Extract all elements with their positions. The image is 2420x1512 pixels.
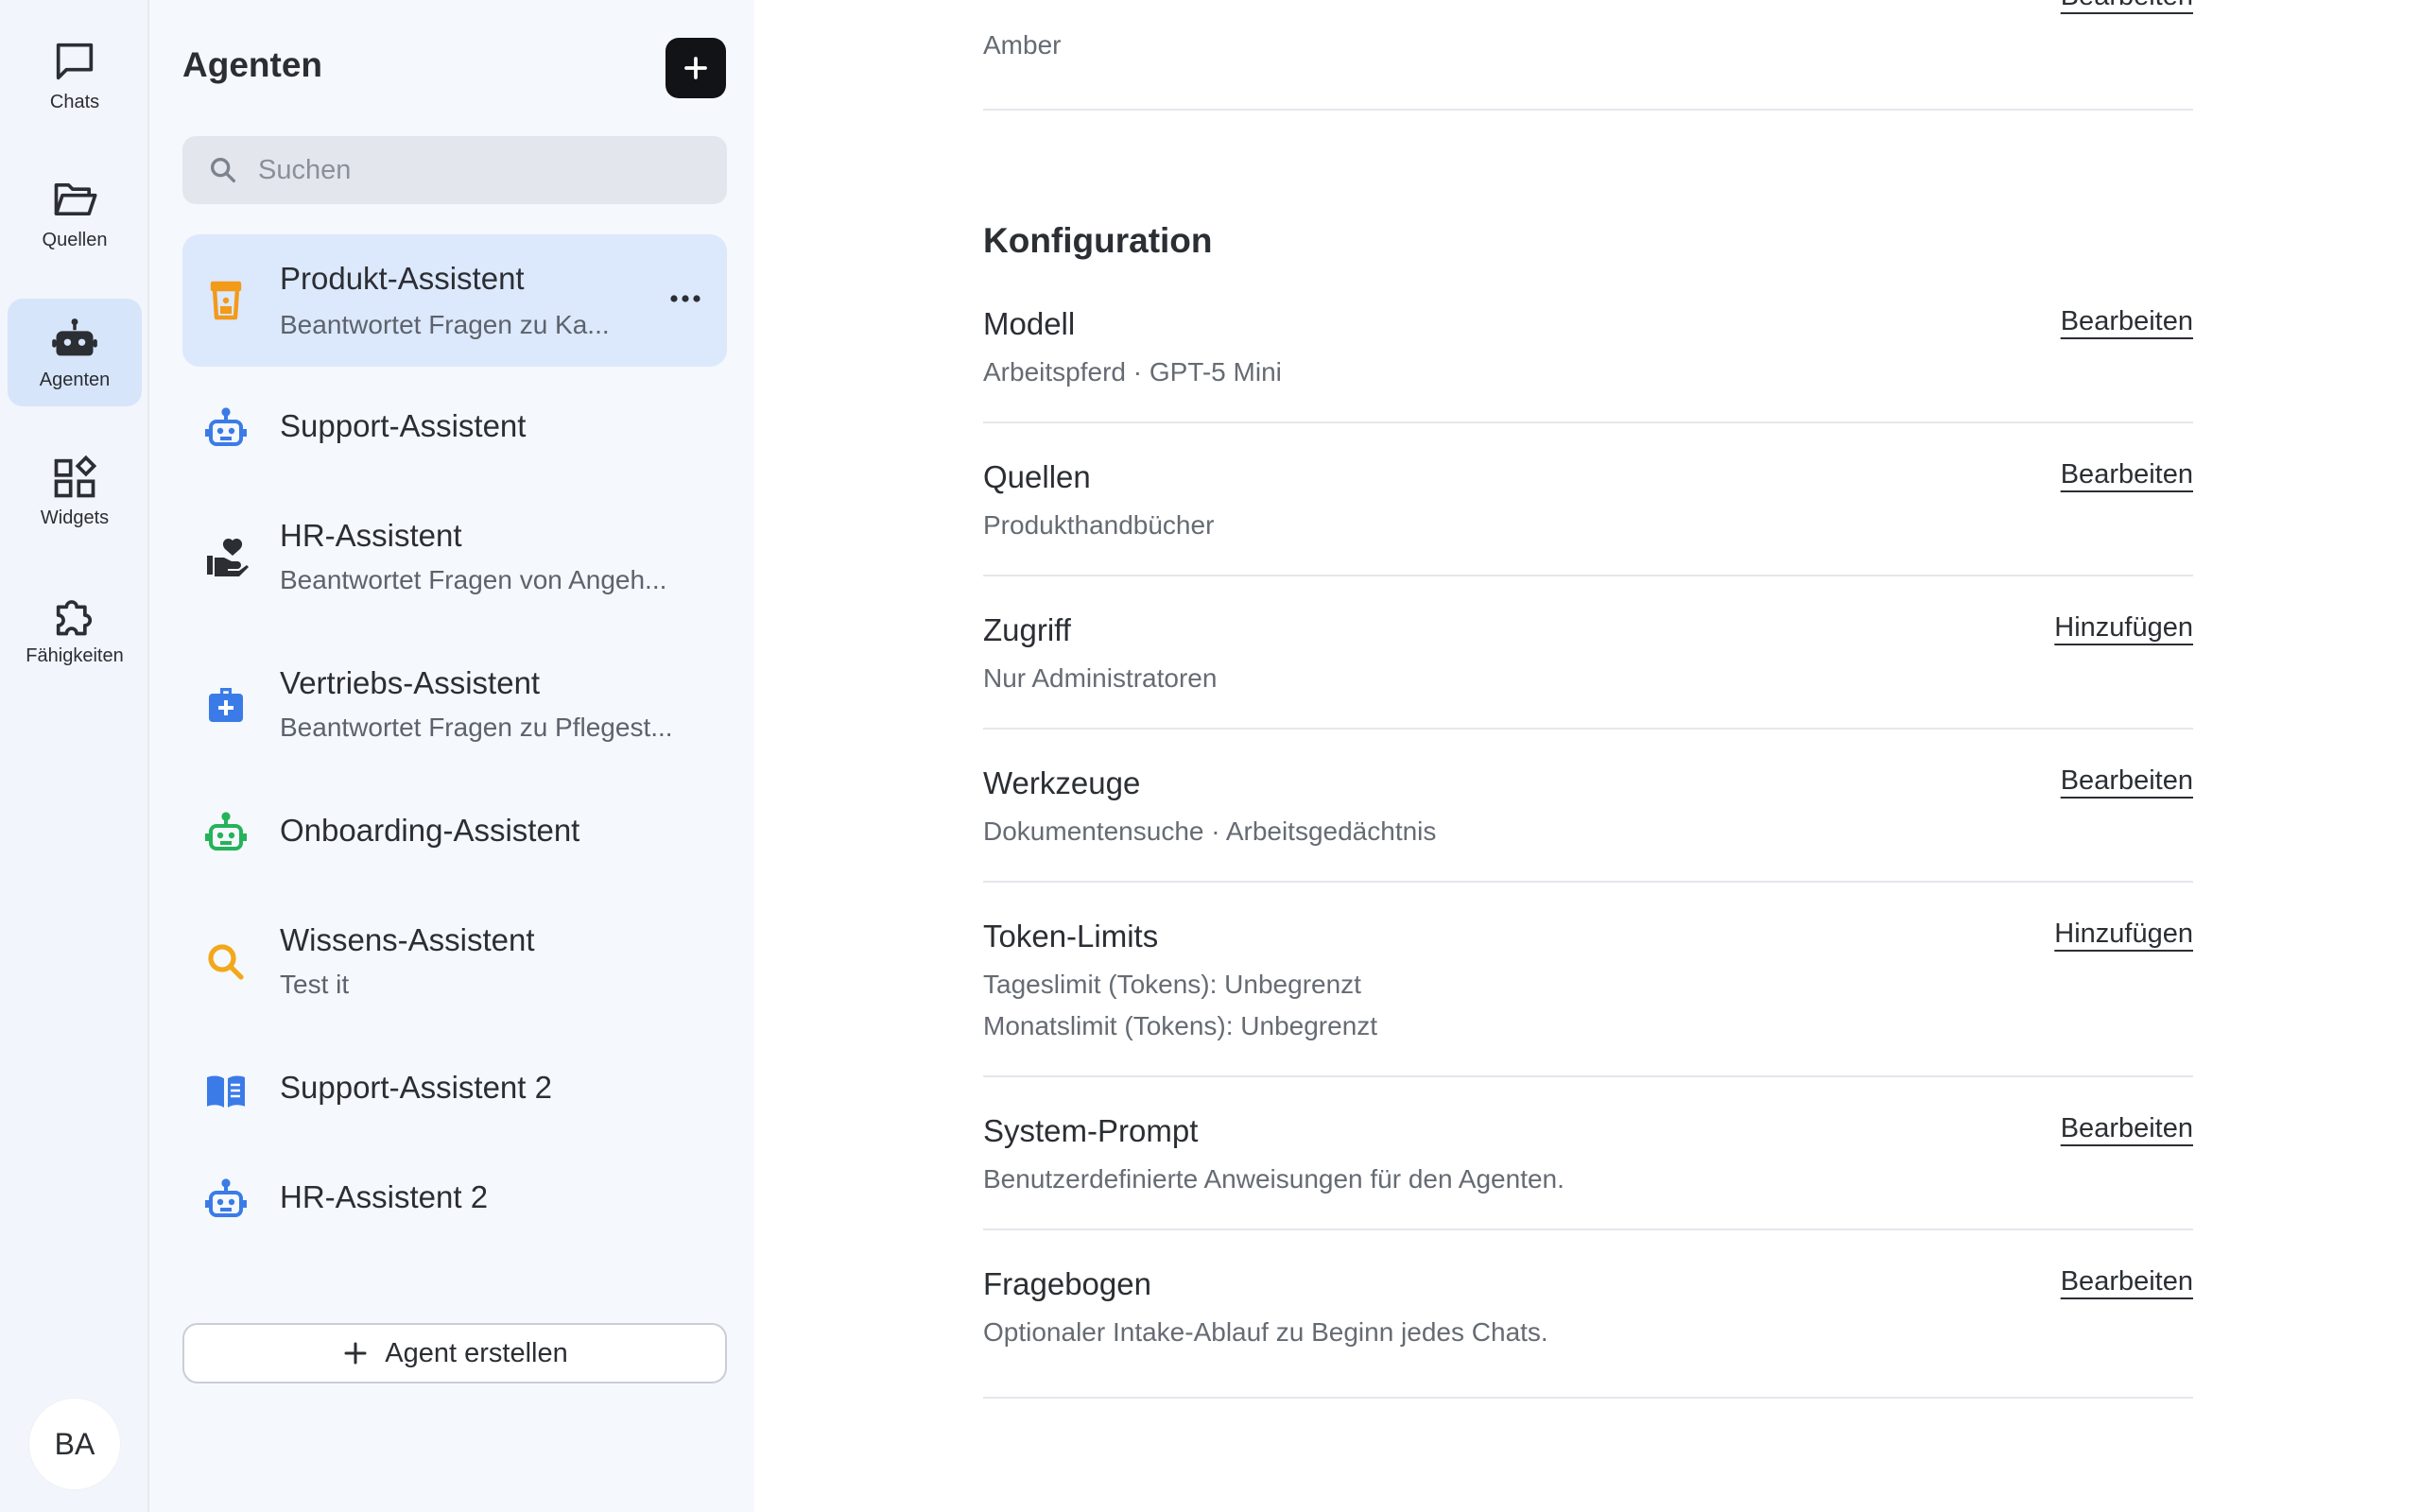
rail-item-faehigkeiten[interactable]: Fähigkeiten (8, 575, 142, 682)
row-value: Arbeitspferd · GPT-5 Mini (983, 357, 1282, 387)
book-icon (203, 1068, 249, 1113)
more-options-button[interactable] (666, 280, 704, 318)
agent-name: HR-Assistent 2 (280, 1179, 489, 1214)
config-row-access: Zugriff Nur Administratoren Hinzufügen (983, 593, 2193, 730)
agent-name: Onboarding-Assistent (280, 813, 580, 848)
more-horizontal-icon (670, 295, 700, 302)
robot-icon (203, 1177, 249, 1223)
section-title: Konfiguration (983, 221, 1213, 260)
row-value: Nur Administratoren (983, 663, 1218, 693)
agent-description: Beantwortet Fragen zu Pflegest... (280, 713, 673, 742)
agent-list-item[interactable]: Support-Assistent 2 (182, 1043, 727, 1138)
row-value: Benutzerdefinierte Anweisungen für den A… (983, 1164, 1564, 1194)
row-title: Fragebogen (983, 1266, 1151, 1301)
agents-panel: Agenten Produkt-Assistent Beantwortet Fr… (149, 0, 754, 1512)
row-action-button[interactable]: Bearbeiten (2061, 765, 2193, 797)
row-value: Monatslimit (Tokens): Unbegrenzt (983, 1011, 1378, 1040)
agent-name: Wissens-Assistent (280, 922, 535, 957)
beverage-icon (203, 278, 249, 323)
search-icon (203, 939, 249, 985)
search-icon (210, 157, 236, 183)
agent-list-item[interactable]: Wissens-Assistent Test it (182, 898, 727, 1026)
add-agent-button[interactable] (666, 38, 726, 98)
rail-label: Chats (49, 91, 100, 112)
config-row-token-limits: Token-Limits Tageslimit (Tokens): Unbegr… (983, 900, 2193, 1077)
rail-item-widgets[interactable]: Widgets (8, 437, 142, 544)
rail-label: Widgets (40, 507, 110, 528)
user-avatar[interactable]: BA (29, 1399, 120, 1489)
rail-item-agenten[interactable]: Agenten (8, 299, 142, 406)
row-action-button[interactable]: Bearbeiten (2061, 459, 2193, 490)
nav-rail: Chats Quellen Agenten Widgets Fähigkeite… (0, 0, 149, 1512)
agent-name: Produkt-Assistent (280, 261, 525, 296)
config-row-sources: Quellen Produkthandbücher Bearbeiten (983, 440, 2193, 576)
agent-description: Beantwortet Fragen zu Ka... (280, 310, 610, 339)
config-row-system-prompt: System-Prompt Benutzerdefinierte Anweisu… (983, 1094, 2193, 1230)
create-agent-label: Agent erstellen (385, 1337, 568, 1368)
widgets-icon (54, 455, 97, 497)
row-title: Token-Limits (983, 919, 1159, 954)
agent-list-item[interactable]: Onboarding-Assistent (182, 786, 727, 881)
row-action-button[interactable]: Hinzufügen (2054, 612, 2193, 644)
hand-heart-icon (203, 535, 249, 580)
rail-label: Fähigkeiten (26, 644, 124, 666)
rail-item-quellen[interactable]: Quellen (8, 159, 142, 266)
agent-list-item[interactable]: Vertriebs-Assistent Beantwortet Fragen z… (182, 641, 727, 769)
agent-name: HR-Assistent (280, 518, 462, 553)
row-action-button[interactable]: Bearbeiten (2061, 1266, 2193, 1297)
puzzle-icon (56, 599, 93, 635)
agent-name: Vertriebs-Assistent (280, 665, 541, 700)
row-action-button[interactable]: Hinzufügen (2054, 919, 2193, 950)
folder-open-icon (54, 182, 97, 215)
row-value: Optionaler Intake-Ablauf zu Beginn jedes… (983, 1317, 1548, 1347)
row-title: Quellen (983, 459, 1091, 494)
agent-list-item[interactable]: HR-Assistent Beantwortet Fragen von Ange… (182, 493, 727, 622)
row-title: Werkzeuge (983, 765, 1141, 800)
agent-name: Support-Assistent (280, 408, 527, 443)
agent-description: Test it (280, 970, 350, 999)
row-value: Tageslimit (Tokens): Unbegrenzt (983, 970, 1361, 999)
agent-list-item[interactable]: Support-Assistent (182, 382, 727, 476)
row-title: System-Prompt (983, 1113, 1199, 1148)
row-title: Zugriff (983, 612, 1071, 647)
row-value: Amber (983, 30, 1062, 60)
plus-icon (344, 1342, 367, 1365)
row-action-button[interactable]: Bearbeiten (2061, 0, 2193, 12)
panel-title: Agenten (182, 45, 322, 84)
agent-detail: Amber Bearbeiten Konfiguration Modell Ar… (754, 0, 2420, 1512)
robot-icon (203, 811, 249, 856)
row-action-button[interactable]: Bearbeiten (2061, 306, 2193, 337)
robot-icon (203, 406, 249, 452)
agent-list-item[interactable]: Produkt-Assistent Beantwortet Fragen zu … (182, 234, 727, 367)
agent-name: Support-Assistent 2 (280, 1070, 552, 1105)
row-action-button[interactable]: Bearbeiten (2061, 1113, 2193, 1144)
create-agent-button[interactable]: Agent erstellen (182, 1323, 727, 1383)
rail-item-chats[interactable]: Chats (8, 21, 142, 129)
rail-label: Agenten (39, 369, 111, 390)
config-row-appearance: Amber Bearbeiten (983, 0, 2193, 111)
row-value: Dokumentensuche · Arbeitsgedächtnis (983, 816, 1437, 846)
row-value: Produkthandbücher (983, 510, 1215, 540)
search-box[interactable] (182, 136, 727, 204)
config-row-tools: Werkzeuge Dokumentensuche · Arbeitsgedäc… (983, 747, 2193, 883)
rail-label: Quellen (42, 229, 108, 250)
config-row-model: Modell Arbeitspferd · GPT-5 Mini Bearbei… (983, 287, 2193, 423)
chat-bubble-icon (56, 43, 94, 79)
agent-description: Beantwortet Fragen von Angeh... (280, 565, 667, 594)
row-title: Modell (983, 306, 1076, 341)
plus-icon (684, 57, 707, 79)
agent-list-item[interactable]: HR-Assistent 2 (182, 1153, 727, 1247)
robot-icon (52, 318, 97, 355)
medical-bag-icon (203, 682, 249, 728)
search-input[interactable] (256, 153, 714, 187)
config-row-questionnaire: Fragebogen Optionaler Intake-Ablauf zu B… (983, 1247, 2193, 1399)
